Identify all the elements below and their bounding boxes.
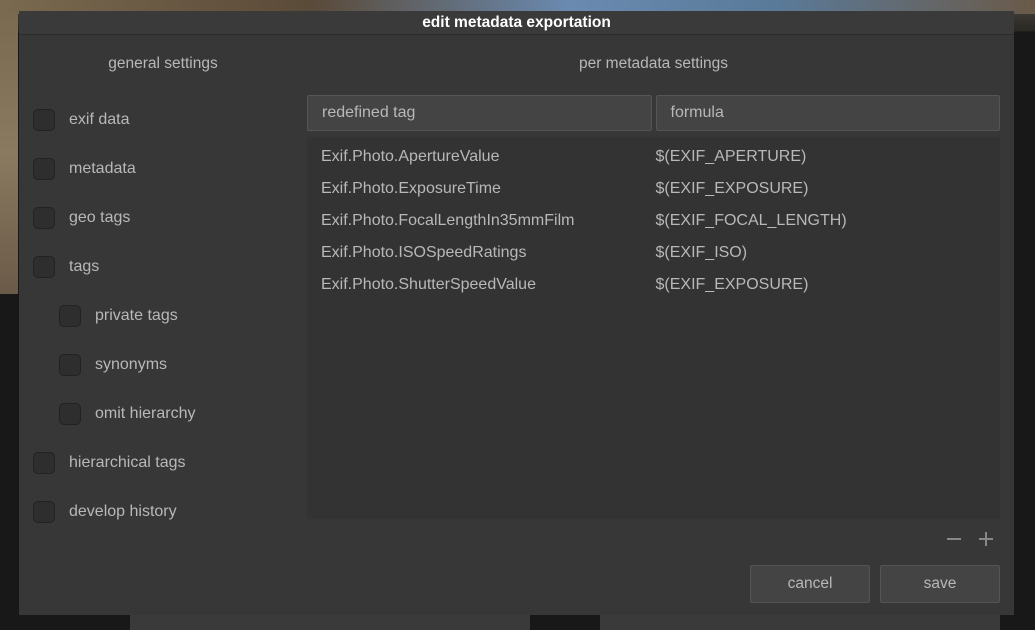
setting-private-tags: private tags — [33, 291, 293, 340]
cell-formula: $(EXIF_FOCAL_LENGTH) — [652, 212, 987, 230]
label-exif-data: exif data — [69, 111, 129, 129]
setting-exif-data: exif data — [33, 95, 293, 144]
metadata-table-body: Exif.Photo.ApertureValue $(EXIF_APERTURE… — [307, 137, 1000, 519]
label-omit-hierarchy: omit hierarchy — [95, 405, 195, 423]
minus-icon — [946, 531, 962, 547]
remove-row-button[interactable] — [944, 529, 964, 549]
cancel-button[interactable]: cancel — [750, 565, 870, 603]
per-metadata-panel: per metadata settings redefined tag form… — [307, 49, 1000, 603]
general-settings-panel: general settings exif data metadata geo … — [33, 49, 293, 603]
table-row[interactable]: Exif.Photo.FocalLengthIn35mmFilm $(EXIF_… — [311, 205, 996, 237]
checkbox-metadata[interactable] — [33, 158, 55, 180]
dialog-title: edit metadata exportation — [422, 14, 611, 32]
setting-metadata: metadata — [33, 144, 293, 193]
cell-tag: Exif.Photo.ApertureValue — [321, 148, 652, 166]
setting-geo-tags: geo tags — [33, 193, 293, 242]
setting-synonyms: synonyms — [33, 340, 293, 389]
cell-formula: $(EXIF_ISO) — [652, 244, 987, 262]
label-synonyms: synonyms — [95, 356, 167, 374]
setting-omit-hierarchy: omit hierarchy — [33, 389, 293, 438]
checkbox-geo-tags[interactable] — [33, 207, 55, 229]
cell-formula: $(EXIF_EXPOSURE) — [652, 276, 987, 294]
setting-hierarchical-tags: hierarchical tags — [33, 438, 293, 487]
table-row[interactable]: Exif.Photo.ApertureValue $(EXIF_APERTURE… — [311, 141, 996, 173]
cell-formula: $(EXIF_EXPOSURE) — [652, 180, 987, 198]
label-metadata: metadata — [69, 160, 136, 178]
cell-tag: Exif.Photo.ISOSpeedRatings — [321, 244, 652, 262]
save-button[interactable]: save — [880, 565, 1000, 603]
checkbox-tags[interactable] — [33, 256, 55, 278]
table-row[interactable]: Exif.Photo.ISOSpeedRatings $(EXIF_ISO) — [311, 237, 996, 269]
checkbox-synonyms[interactable] — [59, 354, 81, 376]
general-settings-heading: general settings — [33, 55, 293, 73]
label-hierarchical-tags: hierarchical tags — [69, 454, 186, 472]
checkbox-develop-history[interactable] — [33, 501, 55, 523]
label-private-tags: private tags — [95, 307, 178, 325]
setting-develop-history: develop history — [33, 487, 293, 536]
cell-tag: Exif.Photo.ShutterSpeedValue — [321, 276, 652, 294]
cell-tag: Exif.Photo.ExposureTime — [321, 180, 652, 198]
column-header-formula[interactable]: formula — [656, 95, 1001, 131]
edit-metadata-dialog: edit metadata exportation general settin… — [19, 11, 1014, 615]
checkbox-omit-hierarchy[interactable] — [59, 403, 81, 425]
label-geo-tags: geo tags — [69, 209, 130, 227]
cell-tag: Exif.Photo.FocalLengthIn35mmFilm — [321, 212, 652, 230]
label-develop-history: develop history — [69, 503, 177, 521]
label-tags: tags — [69, 258, 99, 276]
table-row[interactable]: Exif.Photo.ExposureTime $(EXIF_EXPOSURE) — [311, 173, 996, 205]
dialog-title-bar: edit metadata exportation — [19, 11, 1014, 35]
per-metadata-heading: per metadata settings — [307, 55, 1000, 73]
add-row-button[interactable] — [976, 529, 996, 549]
plus-icon — [978, 531, 994, 547]
column-header-tag[interactable]: redefined tag — [307, 95, 652, 131]
cell-formula: $(EXIF_APERTURE) — [652, 148, 987, 166]
checkbox-exif-data[interactable] — [33, 109, 55, 131]
table-row[interactable]: Exif.Photo.ShutterSpeedValue $(EXIF_EXPO… — [311, 269, 996, 301]
setting-tags: tags — [33, 242, 293, 291]
checkbox-hierarchical-tags[interactable] — [33, 452, 55, 474]
checkbox-private-tags[interactable] — [59, 305, 81, 327]
